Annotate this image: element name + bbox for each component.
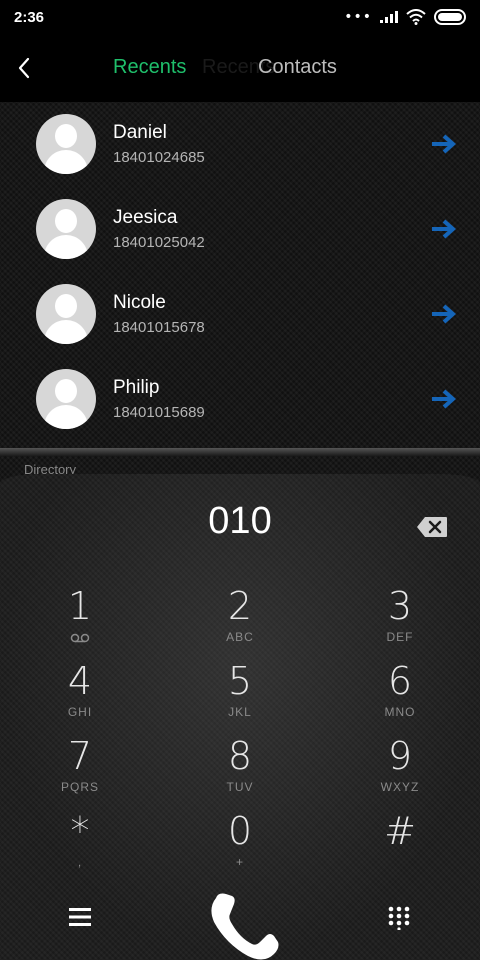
key-digit: 0: [227, 809, 253, 853]
chevron-left-icon: [18, 57, 30, 79]
status-time: 2:36: [14, 8, 45, 26]
key-9[interactable]: 9 WXYZ: [340, 734, 460, 804]
key-letters: JKL: [228, 705, 252, 719]
status-icons: •••: [344, 9, 466, 25]
avatar: [36, 369, 96, 429]
status-bar: 2:36 •••: [0, 0, 480, 34]
tab-contacts[interactable]: Contacts: [258, 56, 337, 79]
key-digit: 1: [67, 584, 93, 628]
key-4[interactable]: 4 GHI: [20, 659, 140, 729]
key-digit: 5: [227, 659, 253, 703]
arrow-right-icon[interactable]: [430, 303, 458, 325]
key-digit: 2: [227, 584, 253, 628]
signal-icon: [380, 11, 398, 23]
key-2[interactable]: 2 ABC: [180, 584, 300, 654]
key-6[interactable]: 6 MNO: [340, 659, 460, 729]
contact-number: 18401015689: [113, 404, 205, 421]
dial-entry[interactable]: 010: [0, 500, 480, 543]
avatar: [36, 199, 96, 259]
contact-row[interactable]: Nicole 18401015678: [0, 272, 480, 357]
key-0[interactable]: 0 +: [180, 809, 300, 879]
key-1[interactable]: 1: [20, 584, 140, 654]
phone-icon[interactable]: [200, 884, 280, 960]
more-dots-icon: •••: [344, 9, 372, 25]
wifi-icon: [406, 9, 426, 25]
key-digit: 6: [387, 659, 413, 703]
contact-name: Philip: [113, 377, 160, 398]
contact-row[interactable]: Jeesica 18401025042: [0, 187, 480, 272]
contact-number: 18401025042: [113, 234, 205, 251]
key-8[interactable]: 8 TUV: [180, 734, 300, 804]
contact-name: Daniel: [113, 122, 167, 143]
key-5[interactable]: 5 JKL: [180, 659, 300, 729]
contact-row[interactable]: Daniel 18401024685: [0, 102, 480, 187]
header: Recents Recents Contacts: [0, 34, 480, 102]
key-letters: +: [235, 855, 244, 869]
key-digit: 7: [67, 734, 93, 778]
battery-icon: [434, 9, 466, 25]
dialpad-actions: [0, 884, 480, 960]
voicemail-icon: [70, 633, 90, 643]
key-digit: 3: [387, 584, 413, 628]
contact-number: 18401024685: [113, 149, 205, 166]
backspace-icon[interactable]: [416, 516, 448, 538]
dialpad: 010 1 2 ABC 3 DEF 4 GHI 5 JKL 6 MNO 7 PQ…: [0, 474, 480, 960]
dialpad-icon[interactable]: [387, 906, 411, 930]
directory-label: Directory: [24, 462, 77, 474]
avatar: [36, 284, 96, 344]
menu-icon[interactable]: [68, 906, 92, 928]
tab-recents[interactable]: Recents: [113, 56, 186, 79]
contact-number: 18401015678: [113, 319, 205, 336]
contact-name: Nicole: [113, 292, 166, 313]
arrow-right-icon[interactable]: [430, 133, 458, 155]
arrow-right-icon[interactable]: [430, 218, 458, 240]
key-letters: WXYZ: [380, 780, 420, 794]
contact-row[interactable]: Philip 18401015689: [0, 357, 480, 442]
key-digit: *: [70, 809, 90, 853]
contact-name: Jeesica: [113, 207, 178, 228]
key-letters: PQRS: [60, 780, 99, 794]
key-3[interactable]: 3 DEF: [340, 584, 460, 654]
key-digit: 8: [227, 734, 253, 778]
key-7[interactable]: 7 PQRS: [20, 734, 140, 804]
key-digit: 9: [387, 734, 413, 778]
arrow-right-icon[interactable]: [430, 388, 458, 410]
key-letters: TUV: [226, 780, 254, 794]
key-digit: #: [384, 809, 416, 853]
contact-list: Daniel 18401024685 Jeesica 18401025042 N…: [0, 102, 480, 454]
key-star[interactable]: * ,: [20, 809, 140, 879]
key-letters: ABC: [226, 630, 254, 644]
list-divider: [0, 448, 480, 456]
key-hash[interactable]: #: [340, 809, 460, 879]
avatar: [36, 114, 96, 174]
key-letters: GHI: [67, 705, 93, 719]
key-letters: MNO: [384, 705, 416, 719]
key-letters: DEF: [386, 630, 414, 644]
key-letters: ,: [77, 855, 83, 869]
back-button[interactable]: [8, 48, 40, 88]
key-digit: 4: [67, 659, 93, 703]
